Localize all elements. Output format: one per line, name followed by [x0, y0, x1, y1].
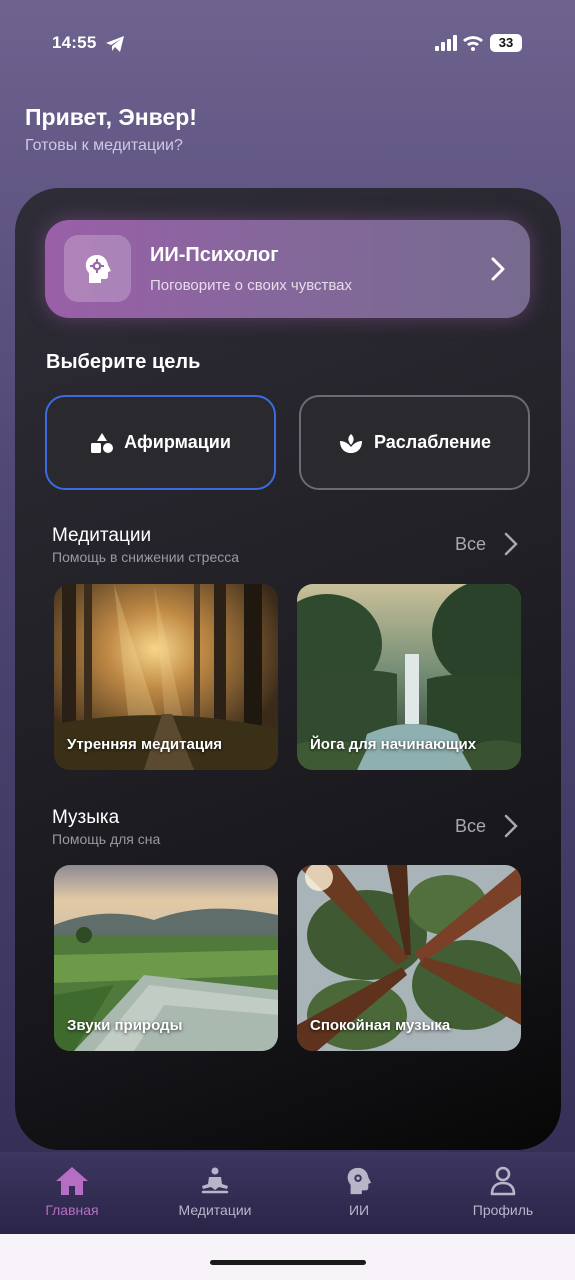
meditations-section-title: Медитации [52, 525, 152, 546]
bottom-tab-bar: Главная Медитации ИИ Профиль [0, 1152, 575, 1234]
home-indicator[interactable] [210, 1260, 366, 1265]
wifi-icon [463, 36, 483, 51]
tab-profile[interactable]: Профиль [448, 1152, 558, 1234]
tab-ai-label: ИИ [348, 1202, 370, 1218]
goal-affirmations-button[interactable]: Афирмации [45, 395, 276, 490]
music-section-subtitle: Помощь для сна [52, 831, 161, 847]
psychologist-title: ИИ-Психолог [150, 244, 279, 266]
greeting-subtitle: Готовы к медитации? [25, 137, 183, 154]
tab-home-label: Главная [45, 1202, 99, 1218]
tab-ai[interactable]: ИИ [304, 1152, 414, 1234]
brain-head-icon [85, 254, 111, 283]
tab-meditations-label: Медитации [178, 1202, 252, 1218]
shapes-icon [91, 432, 114, 453]
see-all-label: Все [455, 815, 487, 836]
ai-head-icon [347, 1167, 372, 1195]
ai-psychologist-card[interactable]: ИИ-Психолог Поговорите о своих чувствах [45, 220, 530, 318]
psychologist-icon-box [64, 235, 131, 302]
profile-icon [490, 1166, 516, 1196]
meditation-icon [201, 1167, 229, 1194]
meditation-card-label: Утренняя медитация [67, 736, 223, 753]
meditation-card-morning[interactable]: Утренняя медитация [54, 584, 278, 770]
psychologist-subtitle: Поговорите о своих чувствах [150, 277, 353, 294]
music-card-label: Спокойная музыка [310, 1017, 451, 1034]
status-time: 14:55 [52, 33, 97, 52]
goal-relaxation-button[interactable]: Раслабление [299, 395, 530, 490]
goal-affirmations-label: Афирмации [124, 432, 231, 452]
home-indicator-area [0, 1234, 575, 1280]
telegram-icon [106, 36, 124, 52]
music-card-label: Звуки природы [67, 1017, 183, 1034]
music-see-all-button[interactable]: Все [455, 814, 518, 838]
meditations-see-all-button[interactable]: Все [455, 532, 518, 556]
battery-indicator: 33 [490, 34, 522, 52]
meditation-card-yoga[interactable]: Йога для начинающих [297, 584, 521, 770]
lotus-icon [339, 433, 362, 453]
goal-section-title: Выберите цель [46, 351, 201, 373]
tab-home[interactable]: Главная [17, 1152, 127, 1234]
tab-meditations[interactable]: Медитации [160, 1152, 270, 1234]
status-bar: 14:55 33 [0, 0, 575, 88]
chevron-right-icon [504, 814, 518, 838]
music-card-calm[interactable]: Спокойная музыка [297, 865, 521, 1051]
goal-relaxation-label: Раслабление [373, 432, 492, 452]
meditations-section-subtitle: Помощь в снижении стресса [52, 549, 240, 565]
chevron-right-icon [504, 532, 518, 556]
greeting-title: Привет, Энвер! [25, 104, 197, 130]
music-section-title: Музыка [52, 807, 120, 828]
tab-profile-label: Профиль [472, 1202, 534, 1218]
see-all-label: Все [455, 533, 487, 554]
music-card-nature[interactable]: Звуки природы [54, 865, 278, 1051]
signal-icon [435, 35, 457, 51]
home-icon [56, 1167, 88, 1195]
meditation-card-label: Йога для начинающих [310, 736, 477, 753]
chevron-right-icon [491, 257, 505, 281]
